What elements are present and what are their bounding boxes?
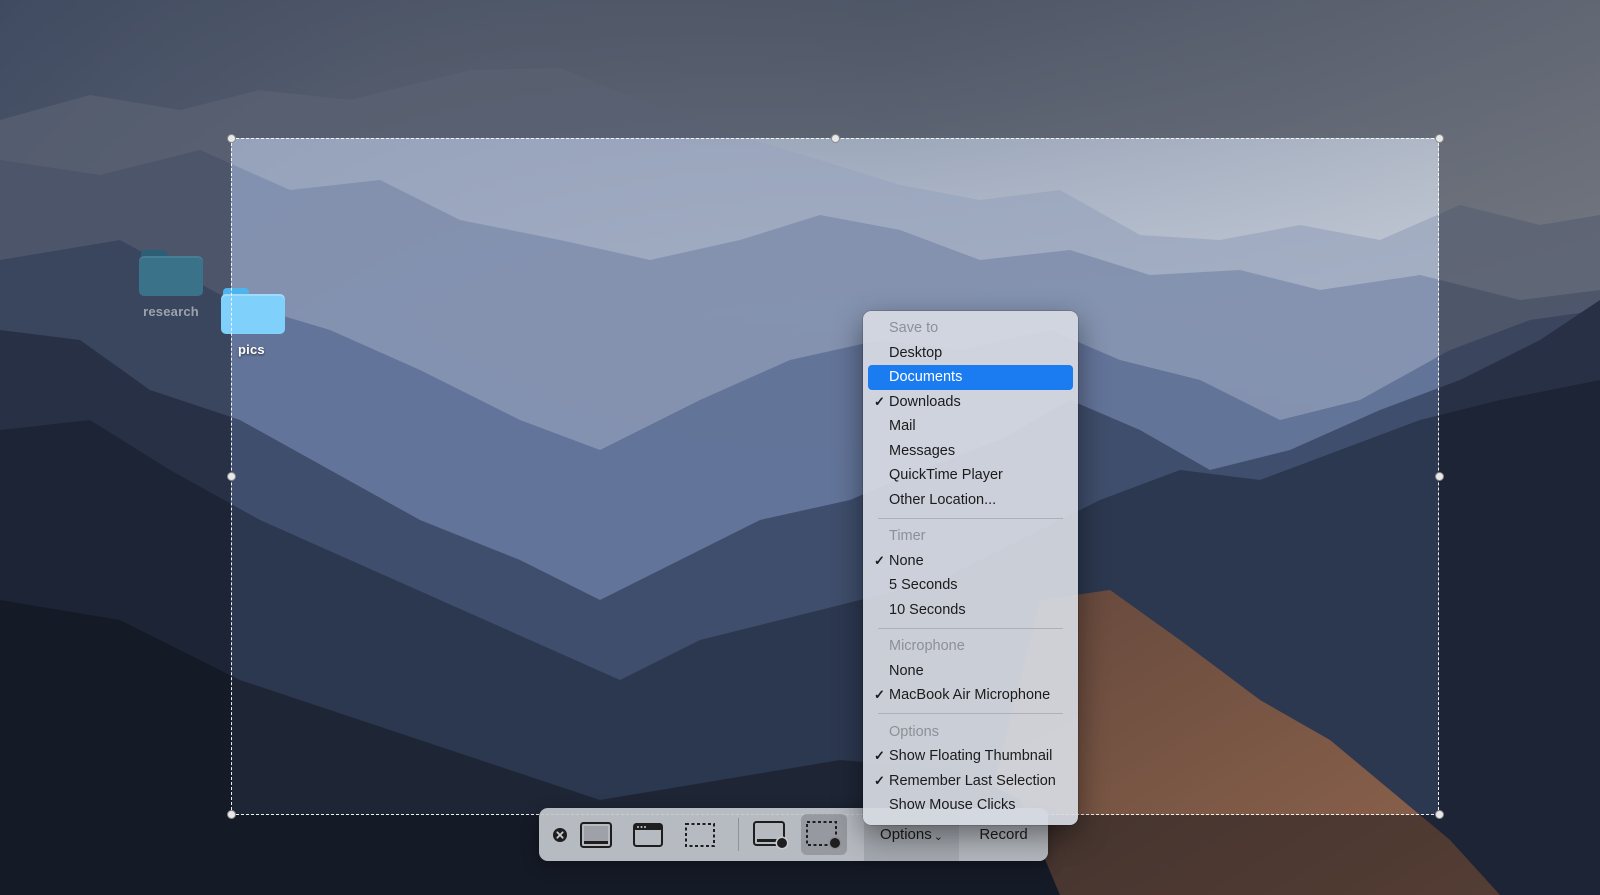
menu-section-header-save-to: Save to: [889, 320, 939, 336]
record-button-label: Record: [979, 826, 1028, 843]
record-selected-portion-button[interactable]: [801, 814, 847, 855]
selection-handle-middle-right[interactable]: [1435, 472, 1444, 481]
menu-separator: [878, 517, 1063, 519]
selection-handle-bottom-left[interactable]: [227, 810, 236, 819]
menu-item-downloads[interactable]: ✓ Downloads: [868, 390, 1073, 415]
capture-selection-area[interactable]: [231, 138, 1439, 815]
checkmark-icon: ✓: [874, 687, 885, 702]
menu-item-timer-none[interactable]: ✓ None: [868, 549, 1073, 574]
folder-icon: [139, 250, 203, 296]
checkmark-icon: ✓: [874, 552, 885, 568]
checkmark-icon: ✓: [874, 393, 885, 409]
menu-item-timer-10-seconds[interactable]: 10 Seconds: [868, 598, 1073, 623]
checkmark-icon: ✓: [874, 748, 885, 763]
menu-item-timer-5-seconds[interactable]: 5 Seconds: [868, 573, 1073, 598]
menu-item-microphone-none[interactable]: None: [868, 659, 1073, 684]
chevron-down-icon: ⌄: [933, 830, 943, 843]
menu-item-remember-last-selection[interactable]: ✓ Remember Last Selection: [868, 769, 1073, 794]
menu-item-quicktime-player[interactable]: QuickTime Player: [868, 463, 1073, 488]
menu-item-mail[interactable]: Mail: [868, 414, 1073, 439]
close-toolbar-button[interactable]: [549, 814, 571, 855]
menu-separator: [878, 627, 1063, 629]
options-button-label: Options: [880, 826, 932, 843]
selection-handle-top-right[interactable]: [1435, 134, 1444, 143]
capture-selected-window-icon: [633, 822, 663, 847]
menu-item-show-mouse-clicks[interactable]: Show Mouse Clicks: [868, 793, 1073, 818]
capture-selected-portion-icon: [685, 822, 715, 847]
menu-item-documents[interactable]: Documents: [868, 365, 1073, 390]
menu-item-messages[interactable]: Messages: [868, 439, 1073, 464]
selection-handle-middle-left[interactable]: [227, 472, 236, 481]
toolbar-divider: [738, 818, 739, 851]
selection-handle-top-middle[interactable]: [831, 134, 840, 143]
record-selected-portion-icon: [806, 820, 842, 849]
selection-handle-bottom-right[interactable]: [1435, 810, 1444, 819]
menu-section-header-options: Options: [889, 723, 939, 740]
menu-separator: [878, 713, 1063, 714]
checkmark-icon: ✓: [874, 772, 885, 788]
folder-label: research: [143, 304, 199, 319]
menu-section-header-timer: Timer: [889, 528, 926, 544]
capture-selected-window-button[interactable]: [626, 814, 670, 855]
capture-entire-screen-icon: [580, 821, 612, 848]
menu-item-other-location[interactable]: Other Location...: [868, 488, 1073, 513]
capture-entire-screen-button[interactable]: [574, 814, 618, 855]
record-entire-screen-icon: [753, 820, 789, 849]
close-circle-icon: [553, 827, 567, 842]
menu-item-desktop[interactable]: Desktop: [868, 341, 1073, 366]
menu-item-show-floating-thumbnail[interactable]: ✓ Show Floating Thumbnail: [868, 744, 1073, 769]
options-dropdown-menu: Save to Desktop Documents ✓ Downloads Mai…: [863, 311, 1078, 825]
capture-selected-portion-button[interactable]: [678, 814, 722, 855]
record-entire-screen-button[interactable]: [749, 814, 793, 855]
selection-handle-top-left[interactable]: [227, 134, 236, 143]
menu-item-macbook-air-microphone[interactable]: ✓ MacBook Air Microphone: [868, 683, 1073, 708]
desktop-folder-research[interactable]: research: [126, 250, 216, 319]
menu-section-header-microphone: Microphone: [889, 638, 965, 654]
